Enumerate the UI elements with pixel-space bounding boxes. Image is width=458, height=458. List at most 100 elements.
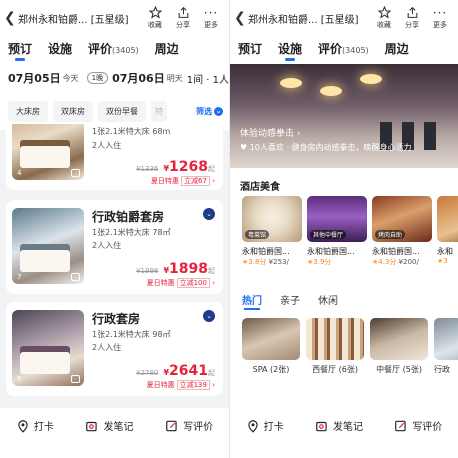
share-button[interactable]: 分享 <box>398 6 426 30</box>
bottom-action-bar: 打卡 发笔记 写评价 <box>230 408 458 458</box>
room-photo[interactable]: 4 <box>12 124 84 180</box>
tab-nearby[interactable]: 周边 <box>155 40 179 61</box>
room-price: ¥1336 ¥1268起 <box>136 159 215 175</box>
room-bed-info: 1张2.1米特大床 68m <box>92 127 171 136</box>
promo-label: 夏日特惠 立减67 › <box>151 176 215 186</box>
filter-chip-special[interactable]: 特 <box>151 100 167 122</box>
chevron-down-icon[interactable]: ⌄ <box>203 208 215 220</box>
restaurant-photo: 粤菜馆 <box>242 196 302 242</box>
photo-count: 5 <box>17 375 22 383</box>
photo-count: 4 <box>17 169 22 177</box>
room-name: 行政铂爵套房 <box>92 210 165 224</box>
post-note-button[interactable]: 发笔记 <box>85 418 133 433</box>
back-chevron-icon[interactable]: ❮ <box>234 10 248 26</box>
room-bed-info: 1张2.1米特大床 98㎡ <box>92 330 171 339</box>
gallery-icon <box>71 169 80 177</box>
tab-nearby[interactable]: 周边 <box>385 40 409 61</box>
facility-photo[interactable]: 行政 <box>434 318 458 375</box>
checkin-date: 07月05日 <box>8 72 61 85</box>
restaurant-name: 永和铂爵国... <box>372 247 420 256</box>
more-button[interactable]: ··· 更多 <box>426 6 454 30</box>
checkout-date: 07月06日 <box>112 72 165 85</box>
restaurant-name: 永和铂爵国... <box>307 247 355 256</box>
room-price: ¥1998 ¥1898起 <box>136 261 215 277</box>
favorite-button[interactable]: 收藏 <box>370 6 398 30</box>
gym-hero-banner[interactable]: 体验动感拳击 › ♥ 10人喜欢 · 健身房内动感拳击，唤醒身心活力 <box>230 64 458 168</box>
edit-icon <box>395 420 406 431</box>
chevron-down-icon: ⌄ <box>214 106 223 116</box>
facility-photo[interactable]: 西餐厅 (6张) <box>306 318 364 375</box>
more-button[interactable]: ··· 更多 <box>197 5 225 30</box>
checkin-day: 今天 <box>62 73 79 83</box>
room-name: 行政套房 <box>92 312 141 326</box>
share-button[interactable]: 分享 <box>169 6 197 30</box>
restaurant-name: 永和 <box>437 247 453 256</box>
restaurant-card[interactable]: 其他中餐厅 永和铂爵国... ★3.9分 <box>307 196 367 267</box>
section-tabs: 预订 设施 评价(3405) 周边 <box>0 36 229 64</box>
checkin-button[interactable]: 打卡 <box>16 418 54 433</box>
tab-facilities[interactable]: 设施 <box>278 40 302 61</box>
tab-reviews[interactable]: 评价(3405) <box>88 40 139 61</box>
filter-chip-breakfast[interactable]: 双份早餐 <box>98 100 146 122</box>
guest-count[interactable]: 1间 · 1人 <box>187 71 229 86</box>
header-bar: ❮ 郑州永和铂爵... [五星级] 收藏 分享 ··· 更多 <box>230 0 458 36</box>
back-chevron-icon[interactable]: ❮ <box>4 10 18 26</box>
facility-photo[interactable]: 中餐厅 (5张) <box>370 318 428 375</box>
room-card[interactable]: 5 行政套房 ⌄ 1张2.1米特大床 98㎡ 2人入住 ¥2780 ¥2641起… <box>6 302 223 396</box>
room-occupancy: 2人入住 <box>92 343 122 352</box>
tab-booking[interactable]: 预订 <box>8 40 32 61</box>
date-selector[interactable]: 07月05日 今天 1晚 07月06日 明天 1间 · 1人 <box>0 64 229 92</box>
restaurant-rating: ★3 <box>437 257 448 265</box>
photo-category-tabs: 热门 亲子 休闲 <box>242 292 338 310</box>
favorite-button[interactable]: 收藏 <box>141 6 169 30</box>
tab-family[interactable]: 亲子 <box>280 292 300 310</box>
photo-caption: 中餐厅 (5张) <box>376 365 422 374</box>
discount-badge: 立减100 <box>176 278 210 288</box>
post-note-button[interactable]: 发笔记 <box>315 418 363 433</box>
dining-section-title: 酒店美食 <box>240 182 280 193</box>
photo-caption: 西餐厅 (6张) <box>312 365 358 374</box>
promo-label: 夏日特惠 立减139 › <box>146 380 215 390</box>
tab-booking[interactable]: 预订 <box>238 40 262 61</box>
tab-reviews[interactable]: 评价(3405) <box>318 40 369 61</box>
checkin-button[interactable]: 打卡 <box>246 418 284 433</box>
room-bed-info: 1张2.1米特大床 78㎡ <box>92 228 171 237</box>
chevron-down-icon[interactable]: ⌄ <box>203 310 215 322</box>
room-occupancy: 2人入住 <box>92 241 122 250</box>
promo-label: 夏日特惠 立减100 › <box>146 278 215 288</box>
restaurant-card[interactable]: 永和 ★3 <box>437 196 458 265</box>
restaurant-card[interactable]: 粤菜馆 永和铂爵国... ★3.8分 ¥253/ <box>242 196 302 267</box>
discount-badge: 立减139 <box>176 380 210 390</box>
tab-leisure[interactable]: 休闲 <box>318 292 338 310</box>
room-card[interactable]: 4 1张2.1米特大床 68m 2人入住 ¥1336 ¥1268起 夏日特惠 立减… <box>6 124 223 190</box>
room-photo[interactable]: 7 <box>12 208 84 284</box>
filter-chip-twin[interactable]: 双床房 <box>53 100 93 122</box>
restaurant-name: 永和铂爵国... <box>242 247 290 256</box>
filter-chip-king[interactable]: 大床房 <box>8 100 48 122</box>
location-pin-icon <box>18 419 28 433</box>
share-icon <box>407 6 417 18</box>
restaurant-card[interactable]: 烤肉自助 永和铂爵国... ★4.3分 ¥200/ <box>372 196 432 267</box>
favorite-label: 收藏 <box>148 21 162 29</box>
restaurant-rating: ★3.8分 ¥253/ <box>242 258 289 266</box>
sale-price: 1268 <box>169 159 208 175</box>
more-icon: ··· <box>203 5 219 20</box>
camera-plus-icon <box>316 421 327 431</box>
hotel-name: 郑州永和铂爵... [五星级] <box>18 14 129 26</box>
filter-button[interactable]: 筛选 ⌄ <box>196 106 223 117</box>
restaurant-photo: 烤肉自助 <box>372 196 432 242</box>
sale-price: 2641 <box>169 363 208 379</box>
review-count: (3405) <box>112 45 139 55</box>
write-review-button[interactable]: 写评价 <box>394 418 442 433</box>
room-photo[interactable]: 5 <box>12 310 84 386</box>
more-label: 更多 <box>204 20 218 29</box>
write-review-button[interactable]: 写评价 <box>165 418 213 433</box>
tab-facilities[interactable]: 设施 <box>48 40 72 61</box>
bottom-action-bar: 打卡 发笔记 写评价 <box>0 408 229 458</box>
room-card[interactable]: 7 行政铂爵套房 ⌄ 1张2.1米特大床 78㎡ 2人入住 ¥1998 ¥189… <box>6 200 223 294</box>
facility-photo[interactable]: SPA (2张) <box>242 318 300 375</box>
discount-badge: 立减67 <box>181 176 210 186</box>
checkout-day: 明天 <box>166 73 183 83</box>
tab-popular[interactable]: 热门 <box>242 292 262 310</box>
location-pin-icon <box>247 419 258 433</box>
